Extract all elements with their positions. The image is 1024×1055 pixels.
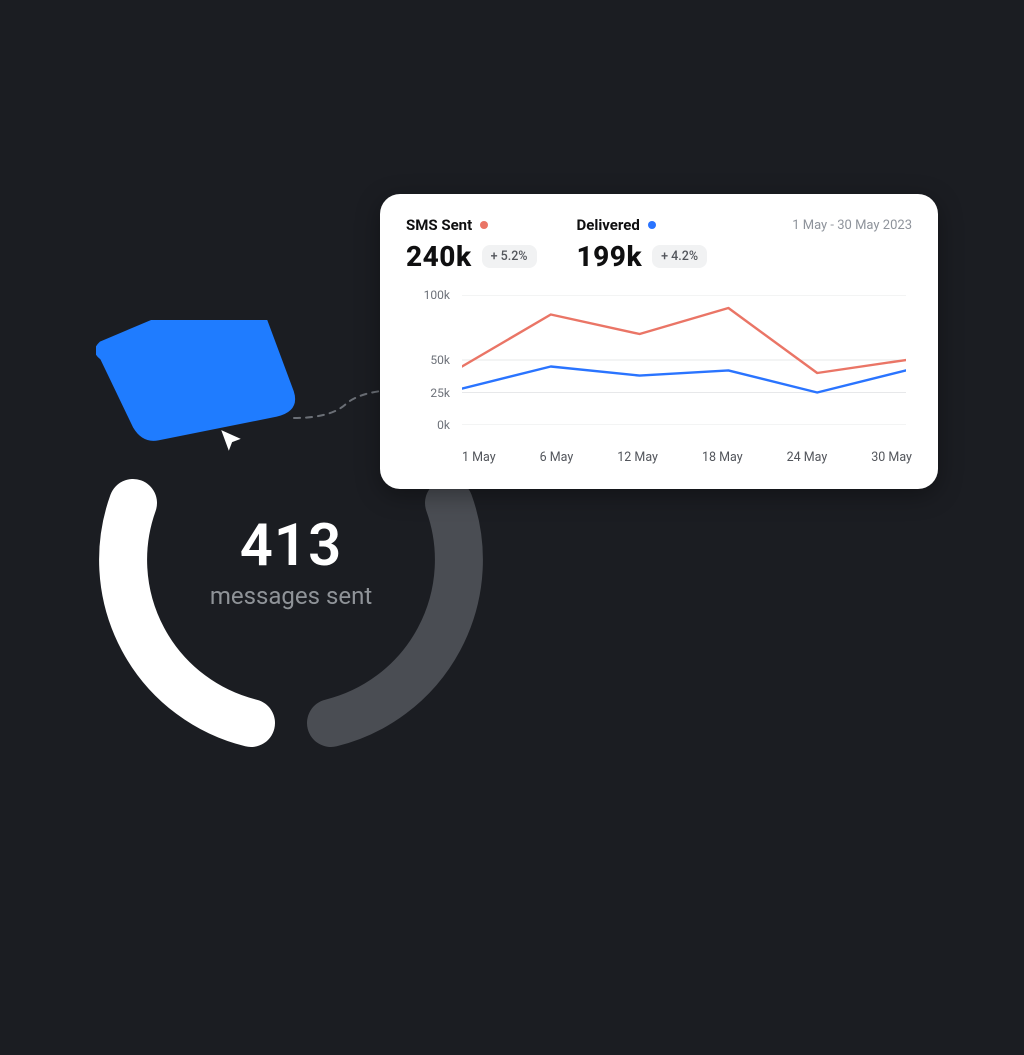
- x-tick-label: 6 May: [540, 450, 574, 465]
- x-axis: 1 May 6 May 12 May 18 May 24 May 30 May: [462, 450, 912, 465]
- date-range: 1 May - 30 May 2023: [792, 216, 912, 233]
- legend-dot-icon: [480, 221, 488, 229]
- metric-delivered: Delivered 199k + 4.2%: [577, 216, 708, 273]
- metric-value: 199k: [577, 240, 643, 273]
- x-tick-label: 24 May: [787, 450, 828, 465]
- card-header: SMS Sent 240k + 5.2% Delivered 199k + 4.…: [406, 216, 912, 273]
- x-tick-label: 18 May: [702, 450, 743, 465]
- metric-title-text: Delivered: [577, 216, 640, 234]
- plot-area: [462, 295, 906, 425]
- metric-value: 240k: [406, 240, 472, 273]
- x-tick-label: 1 May: [462, 450, 496, 465]
- line-chart: 100k50k25k0k 1 May6 May12 May18 May24 Ma…: [406, 295, 912, 465]
- legend-dot-icon: [648, 221, 656, 229]
- y-tick-label: 0k: [406, 418, 450, 432]
- series-line: [462, 308, 906, 373]
- donut-value: 413: [96, 512, 486, 580]
- x-tick-label: 30 May: [871, 450, 912, 465]
- metric-sms-sent: SMS Sent 240k + 5.2%: [406, 216, 537, 273]
- cursor-icon: [218, 428, 244, 454]
- donut-center: 413 messages sent: [96, 512, 486, 610]
- metric-title-text: SMS Sent: [406, 216, 472, 234]
- y-tick-label: 25k: [406, 386, 450, 400]
- donut-label: messages sent: [96, 582, 486, 610]
- metric-delta-badge: + 5.2%: [482, 245, 537, 268]
- metric-title: SMS Sent: [406, 216, 537, 234]
- stats-card: SMS Sent 240k + 5.2% Delivered 199k + 4.…: [380, 194, 938, 489]
- metric-delta-badge: + 4.2%: [652, 245, 707, 268]
- metric-title: Delivered: [577, 216, 708, 234]
- y-tick-label: 50k: [406, 353, 450, 367]
- x-tick-label: 12 May: [617, 450, 658, 465]
- y-tick-label: 100k: [406, 288, 450, 302]
